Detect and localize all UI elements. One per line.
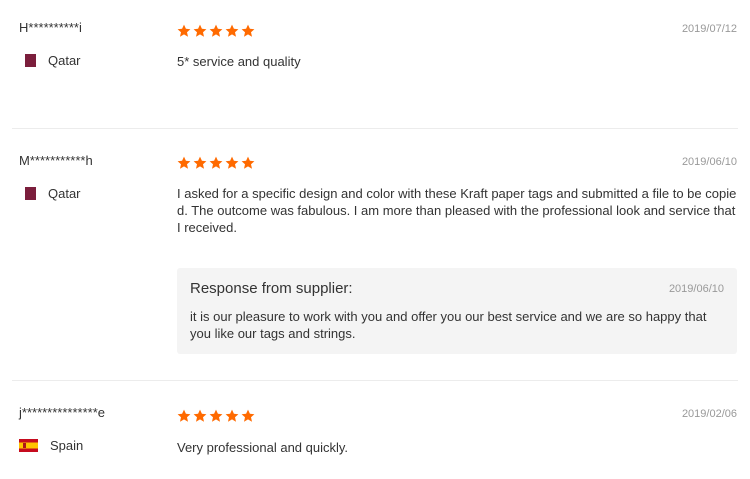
review-item: H**********i Qatar 2019/07/12 5* service… (0, 0, 750, 128)
star-icon (241, 156, 255, 169)
star-icon (225, 24, 239, 37)
review-date: 2019/06/10 (681, 156, 737, 168)
star-icon (225, 156, 239, 169)
country-label: Qatar (48, 53, 81, 68)
review-text: I asked for a specific design and color … (177, 186, 737, 235)
star-icon (193, 409, 207, 422)
star-rating (177, 24, 255, 38)
star-icon (241, 24, 255, 37)
response-text: it is our pleasure to work with you and … (190, 309, 707, 341)
reviewer-name: M***********h (19, 153, 93, 168)
star-icon (241, 409, 255, 422)
review-text: 5* service and quality (177, 54, 301, 69)
star-icon (177, 409, 191, 422)
country-label: Qatar (48, 186, 81, 201)
qatar-flag-icon (25, 54, 36, 67)
star-rating (177, 409, 255, 423)
star-icon (177, 24, 191, 37)
response-title: Response from supplier: (190, 280, 353, 297)
review-text: Very professional and quickly. (177, 440, 349, 455)
review-item: j***************e Spain 2019/02/06 Very … (0, 380, 750, 479)
review-date: 2019/07/12 (681, 23, 737, 35)
reviewer-name: j***************e (19, 405, 106, 420)
country-label: Spain (50, 438, 84, 453)
star-rating (177, 156, 255, 170)
star-icon (193, 24, 207, 37)
star-icon (177, 156, 191, 169)
star-icon (193, 156, 207, 169)
reviewer-country: Qatar (19, 186, 81, 201)
reviewer-country: Spain (19, 438, 83, 453)
response-date: 2019/06/10 (668, 283, 724, 295)
star-icon (209, 156, 223, 169)
star-icon (209, 409, 223, 422)
star-icon (225, 409, 239, 422)
reviewer-country: Qatar (19, 53, 81, 68)
spain-flag-icon (19, 439, 38, 452)
supplier-response: Response from supplier: 2019/06/10 it is… (177, 268, 737, 354)
review-item: M***********h Qatar 2019/06/10 I asked f… (0, 128, 750, 380)
reviewer-name: H**********i (19, 20, 82, 35)
review-date: 2019/02/06 (681, 408, 737, 420)
star-icon (209, 24, 223, 37)
qatar-flag-icon (25, 187, 36, 200)
